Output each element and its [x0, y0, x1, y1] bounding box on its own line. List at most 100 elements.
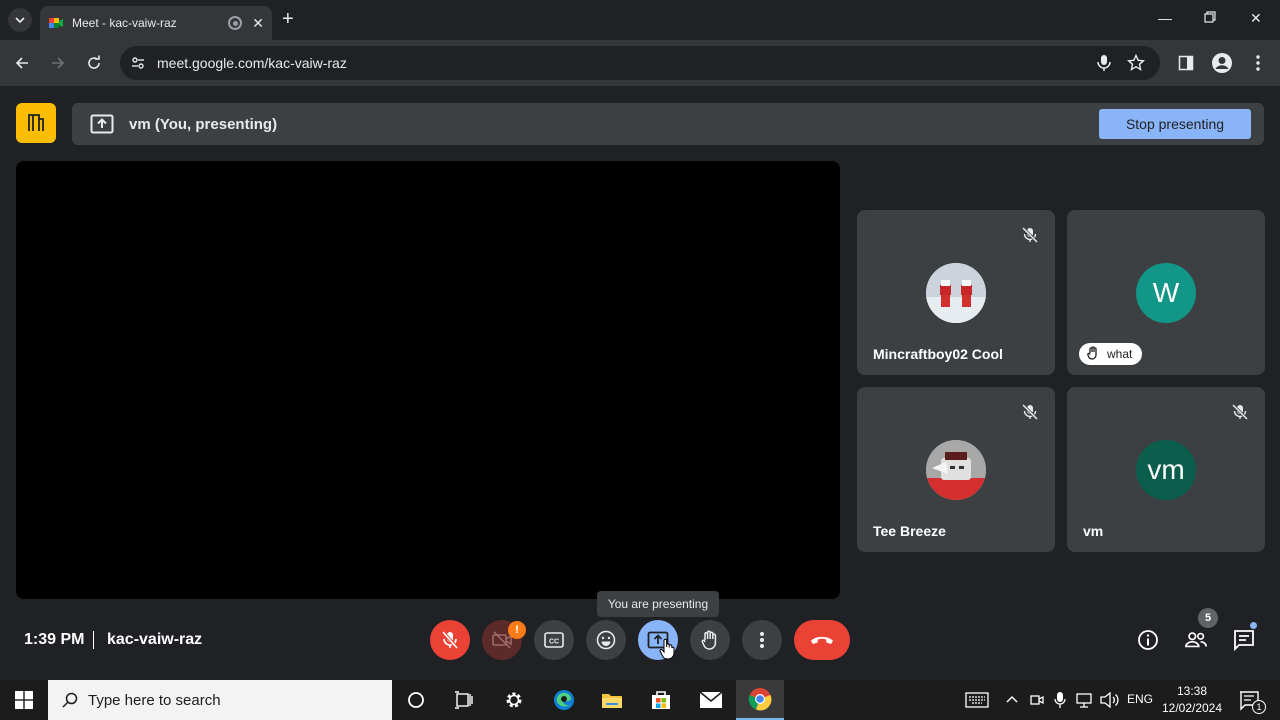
side-panel-icon[interactable] [1178, 55, 1194, 71]
people-icon [1185, 632, 1207, 648]
emoji-icon [596, 630, 616, 650]
meet-logo-icon[interactable] [16, 103, 56, 143]
participant-name: vm [1083, 523, 1104, 539]
avatar-image-icon [926, 440, 986, 500]
edge-icon [554, 690, 574, 710]
cortana-icon [408, 692, 424, 708]
meeting-code: kac-vaiw-raz [107, 631, 203, 648]
present-screen-icon [90, 114, 114, 134]
browser-menu-icon[interactable] [1255, 54, 1261, 72]
raise-hand-button[interactable] [690, 620, 730, 660]
divider [93, 631, 94, 649]
cortana-button[interactable] [392, 680, 440, 720]
start-button[interactable] [0, 680, 48, 720]
participant-tile[interactable]: W what [1067, 210, 1265, 375]
avatar: vm [1136, 440, 1196, 500]
leave-call-button[interactable] [794, 620, 850, 660]
back-icon[interactable] [11, 52, 33, 74]
url-text: meet.google.com/kac-vaiw-raz [157, 55, 347, 71]
new-tab-button[interactable]: + [282, 9, 294, 29]
address-bar[interactable]: meet.google.com/kac-vaiw-raz [120, 46, 1160, 80]
participant-count-badge: 5 [1198, 608, 1218, 628]
chat-notification-dot [1250, 622, 1257, 629]
microphone-tray-icon[interactable] [1054, 691, 1066, 709]
mic-off-icon [441, 630, 459, 650]
recording-indicator-icon [228, 16, 243, 30]
reactions-button[interactable] [586, 620, 626, 660]
file-explorer-button[interactable] [588, 680, 636, 720]
raised-hand-icon [1087, 345, 1099, 363]
chevron-up-icon[interactable] [1006, 694, 1018, 704]
participant-tile[interactable]: Tee Breeze [857, 387, 1055, 552]
muted-mic-icon [1231, 403, 1249, 421]
participant-tile[interactable]: vm vm [1067, 387, 1265, 552]
meet-favicon-icon [49, 18, 63, 28]
keyboard-icon[interactable] [965, 692, 989, 708]
hand-cursor-icon [659, 638, 675, 660]
minimize-icon[interactable]: — [1158, 10, 1172, 26]
task-view-button[interactable] [440, 680, 488, 720]
tab-title: Meet - kac-vaiw-raz [72, 16, 177, 30]
participant-tile[interactable]: Mincraftboy02 Cool [857, 210, 1055, 375]
meeting-details-button[interactable] [1136, 628, 1160, 652]
mail-app-button[interactable] [687, 680, 735, 720]
search-placeholder: Type here to search [88, 691, 221, 709]
microphone-icon[interactable] [1096, 54, 1112, 72]
people-button[interactable] [1184, 628, 1208, 652]
chrome-app-button[interactable] [736, 680, 784, 720]
stop-presenting-button[interactable]: Stop presenting [1099, 109, 1251, 139]
participant-name: Mincraftboy02 Cool [873, 346, 1003, 362]
notification-count-badge: 1 [1252, 700, 1266, 714]
muted-mic-icon [1021, 403, 1039, 421]
store-icon [652, 691, 670, 709]
chat-button[interactable] [1232, 628, 1256, 652]
forward-icon[interactable] [47, 52, 69, 74]
chrome-icon [748, 688, 772, 711]
more-vert-icon [760, 632, 764, 648]
meet-tray-icon[interactable] [1030, 692, 1044, 708]
language-indicator[interactable]: ENG [1127, 692, 1153, 706]
windows-taskbar: Type here to search ENG 13:38 12/02/2024… [0, 680, 1280, 720]
profile-avatar-icon[interactable] [1211, 52, 1233, 74]
hand-icon [701, 630, 717, 650]
browser-tab-meet[interactable]: Meet - kac-vaiw-raz ✕ [40, 6, 272, 40]
browser-toolbar: meet.google.com/kac-vaiw-raz [0, 40, 1280, 86]
bookmark-star-icon[interactable] [1127, 54, 1145, 72]
window-close-icon[interactable]: ✕ [1250, 10, 1262, 27]
mail-icon [699, 691, 723, 708]
volume-icon[interactable] [1099, 691, 1119, 709]
more-options-button[interactable] [742, 620, 782, 660]
tab-close-icon[interactable]: ✕ [252, 16, 264, 30]
network-icon[interactable] [1075, 691, 1093, 709]
reload-icon[interactable] [83, 52, 105, 74]
presenter-label: vm (You, presenting) [129, 116, 278, 133]
windows-logo-icon [15, 691, 33, 709]
end-call-icon [811, 636, 833, 644]
presentation-video [16, 161, 840, 599]
chat-icon [1234, 630, 1254, 651]
clock-time: 13:38 [1176, 684, 1208, 698]
raised-hand-chip: what [1079, 343, 1143, 365]
chevron-down-icon [15, 17, 25, 24]
gear-icon [506, 692, 522, 708]
avatar: W [1136, 263, 1196, 323]
presenting-tooltip: You are presenting [597, 591, 719, 617]
restore-icon[interactable] [1204, 10, 1216, 26]
system-clock[interactable]: 13:38 12/02/2024 [1158, 683, 1226, 717]
edge-app-button[interactable] [540, 680, 588, 720]
muted-mic-icon [1021, 226, 1039, 244]
taskbar-search-box[interactable]: Type here to search [48, 680, 392, 720]
participant-name: Tee Breeze [873, 523, 946, 539]
closed-captions-icon: CC [544, 632, 564, 648]
folder-icon [602, 694, 622, 708]
avatar [926, 440, 986, 500]
settings-app-button[interactable] [490, 680, 538, 720]
info-icon [1138, 630, 1158, 650]
presenting-banner: vm (You, presenting) Stop presenting [72, 103, 1264, 145]
site-settings-icon[interactable] [130, 55, 146, 71]
tab-search-button[interactable] [8, 8, 32, 32]
microsoft-store-button[interactable] [637, 680, 685, 720]
captions-button[interactable]: CC [534, 620, 574, 660]
microphone-toggle-button[interactable] [430, 620, 470, 660]
meet-page: vm (You, presenting) Stop presenting Min… [0, 86, 1280, 680]
